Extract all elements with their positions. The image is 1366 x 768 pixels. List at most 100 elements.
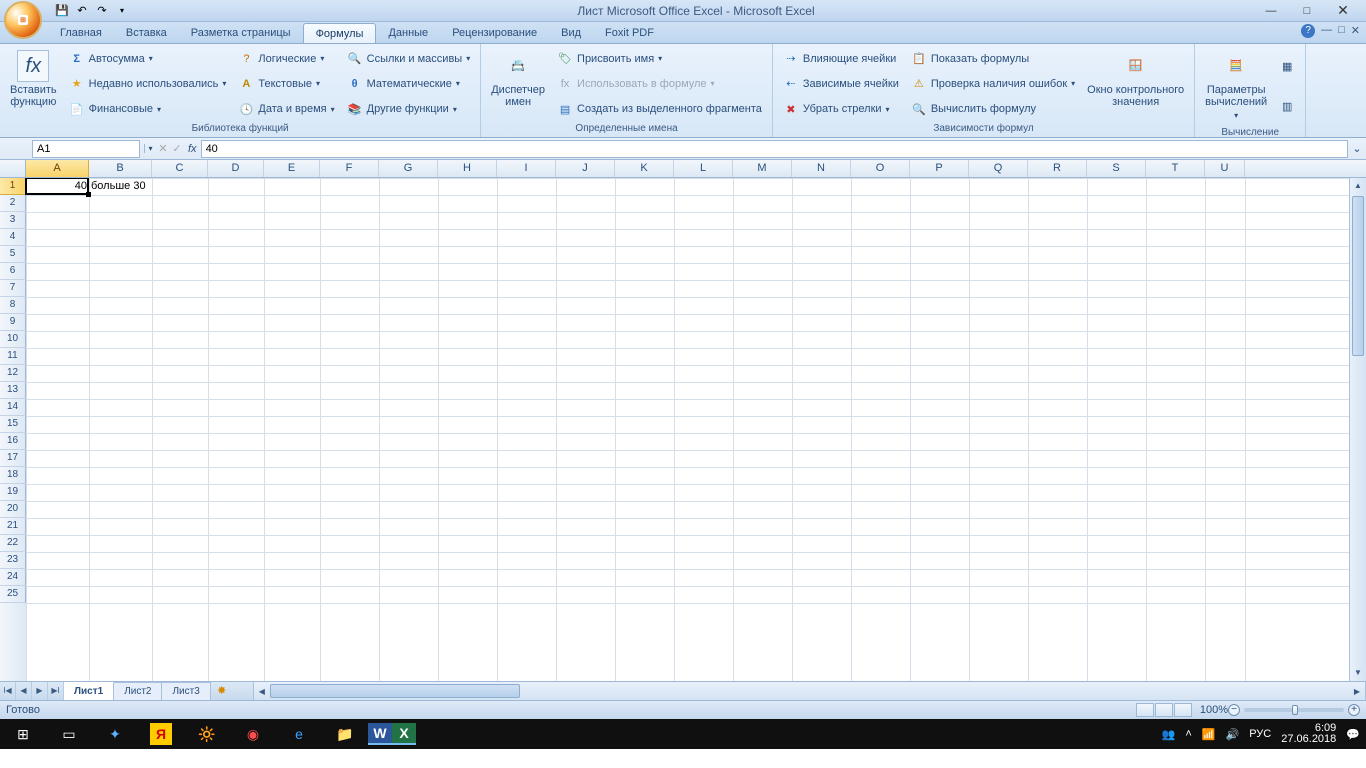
zoom-in-button[interactable]: + bbox=[1348, 704, 1360, 716]
row-header-7[interactable]: 7 bbox=[0, 280, 26, 297]
col-header-I[interactable]: I bbox=[497, 160, 556, 177]
evaluate-formula-button[interactable]: 🔍Вычислить формулу bbox=[909, 100, 1077, 118]
row-header-14[interactable]: 14 bbox=[0, 399, 26, 416]
scroll-up-icon[interactable]: ▲ bbox=[1350, 178, 1366, 194]
formula-input-wrap[interactable] bbox=[201, 140, 1348, 158]
row-header-8[interactable]: 8 bbox=[0, 297, 26, 314]
col-header-R[interactable]: R bbox=[1028, 160, 1087, 177]
col-header-L[interactable]: L bbox=[674, 160, 733, 177]
formula-expand-icon[interactable]: ⌄ bbox=[1348, 142, 1366, 155]
sheet-nav-prev-icon[interactable]: ◀ bbox=[16, 682, 32, 700]
name-box-dropdown-icon[interactable]: ▾ bbox=[144, 144, 156, 153]
row-header-25[interactable]: 25 bbox=[0, 586, 26, 603]
tab-formulas[interactable]: Формулы bbox=[303, 23, 377, 43]
app-icon-1[interactable]: ✦ bbox=[92, 719, 138, 749]
select-all-corner[interactable] bbox=[0, 160, 26, 177]
sheet-nav-last-icon[interactable]: ▶I bbox=[48, 682, 64, 700]
horizontal-scrollbar[interactable]: ◀ ▶ bbox=[253, 682, 1366, 700]
sheet-nav-next-icon[interactable]: ▶ bbox=[32, 682, 48, 700]
scroll-down-icon[interactable]: ▼ bbox=[1350, 665, 1366, 681]
tab-review[interactable]: Рецензирование bbox=[440, 22, 549, 43]
tab-page-layout[interactable]: Разметка страницы bbox=[179, 22, 303, 43]
ribbon-minimize-icon[interactable]: — bbox=[1321, 24, 1332, 38]
col-header-E[interactable]: E bbox=[264, 160, 320, 177]
row-header-23[interactable]: 23 bbox=[0, 552, 26, 569]
datetime-button[interactable]: 🕓Дата и время bbox=[236, 100, 336, 118]
tab-home[interactable]: Главная bbox=[48, 22, 114, 43]
col-header-Q[interactable]: Q bbox=[969, 160, 1028, 177]
row-header-22[interactable]: 22 bbox=[0, 535, 26, 552]
view-page-break-button[interactable] bbox=[1174, 703, 1192, 717]
fx-label-icon[interactable]: fx bbox=[188, 143, 197, 155]
tab-foxit-pdf[interactable]: Foxit PDF bbox=[593, 22, 666, 43]
col-header-C[interactable]: C bbox=[152, 160, 208, 177]
calc-sheet-button[interactable]: ▥ bbox=[1277, 97, 1297, 115]
task-view-icon[interactable]: ▭ bbox=[46, 719, 92, 749]
cell-A1[interactable]: 40 bbox=[26, 178, 89, 195]
explorer-icon[interactable]: 📁 bbox=[322, 719, 368, 749]
watch-window-button[interactable]: 🪟 Окно контрольного значения bbox=[1081, 46, 1190, 122]
language-indicator[interactable]: РУС bbox=[1249, 728, 1271, 740]
app-icon-2[interactable]: 🔆 bbox=[184, 719, 230, 749]
col-header-G[interactable]: G bbox=[379, 160, 438, 177]
insert-function-button[interactable]: fx Вставить функцию bbox=[4, 46, 63, 122]
col-header-B[interactable]: B bbox=[89, 160, 152, 177]
start-button[interactable]: ⊞ bbox=[0, 719, 46, 749]
volume-icon[interactable]: 🔊 bbox=[1226, 728, 1240, 741]
row-header-4[interactable]: 4 bbox=[0, 229, 26, 246]
trace-dependents-button[interactable]: ⇠Зависимые ячейки bbox=[781, 75, 901, 93]
trace-precedents-button[interactable]: ⇢Влияющие ячейки bbox=[781, 50, 901, 68]
col-header-U[interactable]: U bbox=[1205, 160, 1245, 177]
col-header-P[interactable]: P bbox=[910, 160, 969, 177]
col-header-O[interactable]: O bbox=[851, 160, 910, 177]
row-header-18[interactable]: 18 bbox=[0, 467, 26, 484]
row-header-19[interactable]: 19 bbox=[0, 484, 26, 501]
help-icon[interactable]: ? bbox=[1301, 24, 1315, 38]
col-header-S[interactable]: S bbox=[1087, 160, 1146, 177]
office-button[interactable]: ⊞ bbox=[4, 1, 42, 39]
col-header-M[interactable]: M bbox=[733, 160, 792, 177]
zoom-level[interactable]: 100% bbox=[1200, 704, 1228, 716]
zoom-out-button[interactable]: − bbox=[1228, 704, 1240, 716]
col-header-J[interactable]: J bbox=[556, 160, 615, 177]
tab-view[interactable]: Вид bbox=[549, 22, 593, 43]
financial-button[interactable]: 📄Финансовые bbox=[67, 100, 229, 118]
excel-icon[interactable]: X bbox=[392, 723, 416, 745]
row-header-2[interactable]: 2 bbox=[0, 195, 26, 212]
new-sheet-button[interactable]: ✸ bbox=[211, 682, 233, 700]
edge-icon[interactable]: e bbox=[276, 719, 322, 749]
word-icon[interactable]: W bbox=[368, 723, 392, 745]
define-name-button[interactable]: 🏷Присвоить имя bbox=[555, 50, 764, 68]
row-header-1[interactable]: 1 bbox=[0, 178, 26, 195]
row-header-5[interactable]: 5 bbox=[0, 246, 26, 263]
sheet-tab-2[interactable]: Лист2 bbox=[114, 682, 162, 700]
zoom-thumb[interactable] bbox=[1292, 705, 1298, 715]
row-header-10[interactable]: 10 bbox=[0, 331, 26, 348]
formula-input[interactable] bbox=[206, 143, 1343, 155]
col-header-A[interactable]: A bbox=[26, 160, 89, 177]
close-button[interactable]: ✕ bbox=[1334, 3, 1352, 19]
redo-icon[interactable]: ↷ bbox=[94, 3, 110, 19]
taskbar-clock[interactable]: 6:09 27.06.2018 bbox=[1281, 723, 1336, 745]
more-functions-button[interactable]: 📚Другие функции bbox=[345, 100, 473, 118]
view-normal-button[interactable] bbox=[1136, 703, 1154, 717]
maximize-button[interactable]: □ bbox=[1298, 3, 1316, 19]
col-header-N[interactable]: N bbox=[792, 160, 851, 177]
row-header-17[interactable]: 17 bbox=[0, 450, 26, 467]
tray-up-icon[interactable]: ˄ bbox=[1185, 728, 1191, 740]
hscroll-thumb[interactable] bbox=[270, 684, 520, 698]
sheet-tab-3[interactable]: Лист3 bbox=[162, 682, 210, 700]
remove-arrows-button[interactable]: ✖Убрать стрелки bbox=[781, 100, 901, 118]
tab-insert[interactable]: Вставка bbox=[114, 22, 179, 43]
row-header-13[interactable]: 13 bbox=[0, 382, 26, 399]
scroll-right-icon[interactable]: ▶ bbox=[1349, 687, 1365, 696]
browser-icon[interactable]: ◉ bbox=[230, 719, 276, 749]
notifications-icon[interactable]: 💬 bbox=[1346, 728, 1360, 741]
vertical-scrollbar[interactable]: ▲ ▼ bbox=[1349, 178, 1366, 681]
name-box[interactable] bbox=[32, 140, 140, 158]
col-header-T[interactable]: T bbox=[1146, 160, 1205, 177]
row-header-9[interactable]: 9 bbox=[0, 314, 26, 331]
row-header-16[interactable]: 16 bbox=[0, 433, 26, 450]
tab-data[interactable]: Данные bbox=[376, 22, 440, 43]
fill-handle[interactable] bbox=[86, 192, 91, 197]
